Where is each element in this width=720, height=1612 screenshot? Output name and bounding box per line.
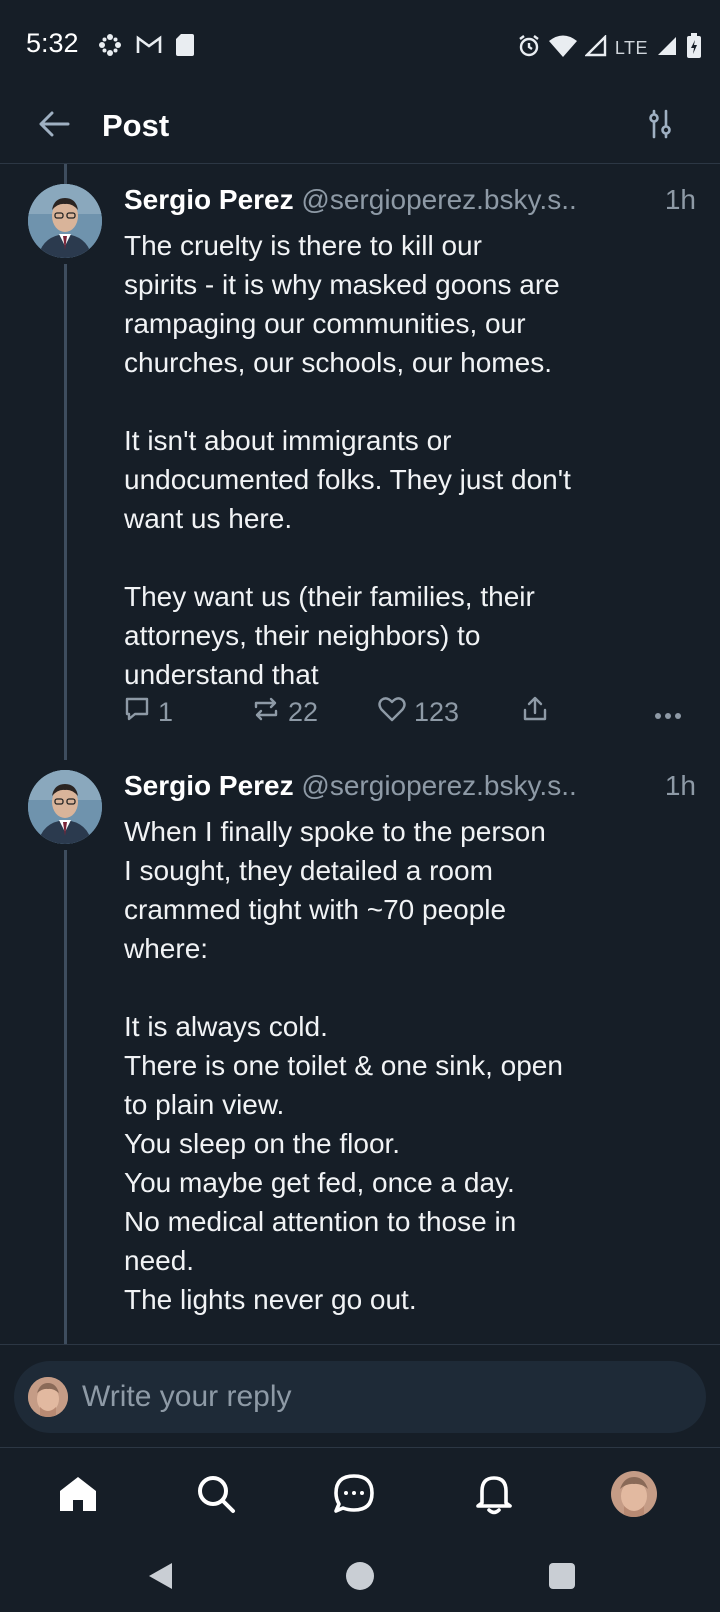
author-handle[interactable]: @sergioperez.bsky.s..: [301, 184, 576, 215]
repost-button[interactable]: 22: [252, 696, 318, 729]
thread-connector: [64, 264, 67, 760]
page-title: Post: [102, 108, 170, 143]
wifi-icon: [548, 35, 577, 62]
home-icon: [58, 1474, 98, 1519]
network-type: LTE: [614, 38, 648, 58]
arrow-left-icon: [38, 110, 70, 143]
back-triangle-icon: [146, 1561, 174, 1596]
search-icon: [196, 1474, 236, 1519]
bell-icon: [474, 1473, 514, 1520]
heart-icon: [378, 696, 406, 729]
chat-icon: [333, 1473, 375, 1520]
thread-settings-button[interactable]: [640, 106, 680, 146]
system-recents-button[interactable]: [540, 1556, 584, 1600]
repost-count: 22: [288, 697, 319, 727]
pinwheel-icon: [98, 33, 122, 62]
more-options-button[interactable]: [654, 696, 682, 727]
thread-connector: [64, 850, 67, 1344]
post-header-line: Sergio Perez @sergioperez.bsky.s.. 1h: [124, 770, 696, 810]
like-button[interactable]: 123: [378, 696, 459, 729]
reply-placeholder: Write your reply: [82, 1380, 292, 1413]
post-text: When I finally spoke to the person I sou…: [124, 816, 563, 1315]
gmail-icon: [136, 35, 162, 60]
author-name[interactable]: Sergio Perez: [124, 184, 294, 215]
system-back-button[interactable]: [138, 1556, 182, 1600]
home-circle-icon: [345, 1561, 375, 1596]
status-time: 5:32: [26, 28, 79, 58]
post-item[interactable]: Sergio Perez @sergioperez.bsky.s.. 1h Wh…: [0, 770, 720, 1344]
profile-avatar: [610, 1470, 658, 1523]
avatar[interactable]: [28, 770, 102, 844]
reply-button[interactable]: 1: [124, 696, 173, 729]
nav-search[interactable]: [188, 1468, 244, 1524]
repost-icon: [252, 696, 280, 729]
signal-icon: [656, 35, 678, 62]
post-time: 1h: [658, 770, 696, 802]
alarm-icon: [517, 34, 541, 63]
like-count: 123: [414, 697, 460, 727]
avatar: [28, 1377, 68, 1417]
post-actions: 1 22 123: [124, 696, 690, 736]
author-name[interactable]: Sergio Perez: [124, 770, 294, 801]
nav-home[interactable]: [50, 1468, 106, 1524]
post-time: 1h: [658, 184, 696, 216]
signal-icon: [583, 34, 607, 62]
thread-connector: [64, 164, 67, 184]
avatar[interactable]: [28, 184, 102, 258]
back-button[interactable]: [34, 106, 74, 146]
share-button[interactable]: [522, 696, 548, 729]
bottom-nav: [0, 1448, 720, 1544]
post-header-line: Sergio Perez @sergioperez.bsky.s.. 1h: [124, 184, 696, 224]
status-bar: 5:32 LTE: [0, 0, 720, 90]
comment-icon: [124, 696, 150, 729]
battery-charging-icon: [686, 33, 702, 64]
nav-chat[interactable]: [326, 1468, 382, 1524]
sd-card-icon: [176, 34, 194, 61]
system-home-button[interactable]: [338, 1556, 382, 1600]
recents-square-icon: [549, 1562, 575, 1594]
system-nav: [0, 1544, 720, 1612]
reply-input[interactable]: Write your reply: [14, 1361, 706, 1433]
share-icon: [522, 696, 548, 729]
nav-notifications[interactable]: [466, 1468, 522, 1524]
post-text: The cruelty is there to kill our spirits…: [124, 230, 571, 690]
ellipsis-icon: [654, 696, 682, 727]
author-handle[interactable]: @sergioperez.bsky.s..: [301, 770, 576, 801]
nav-profile[interactable]: [606, 1468, 662, 1524]
reply-count: 1: [158, 697, 174, 727]
post-item[interactable]: Sergio Perez @sergioperez.bsky.s.. 1h Th…: [0, 184, 720, 764]
thread: Sergio Perez @sergioperez.bsky.s.. 1h Th…: [0, 164, 720, 1344]
sliders-icon: [645, 109, 675, 144]
reply-bar: Write your reply: [0, 1344, 720, 1448]
post-header: Post: [0, 90, 720, 164]
